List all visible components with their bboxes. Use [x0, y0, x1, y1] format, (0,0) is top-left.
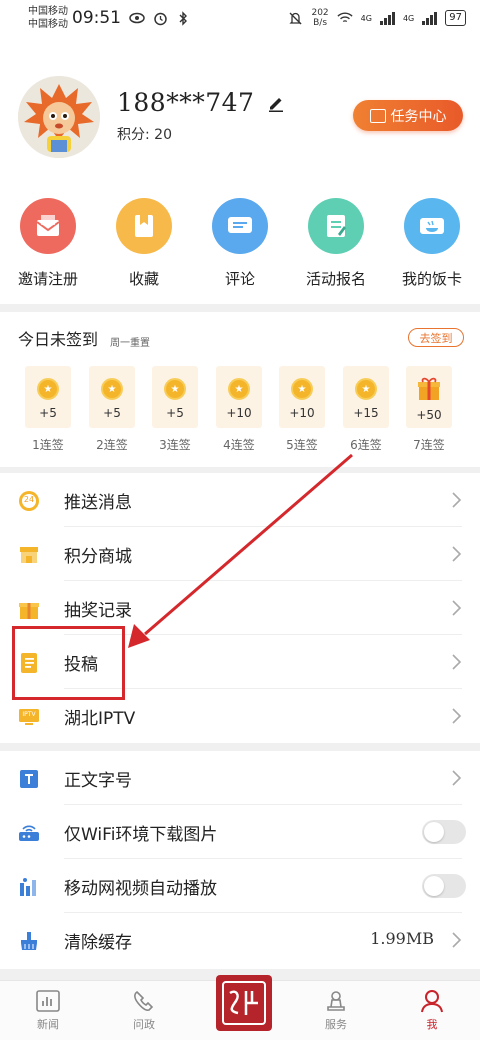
clock: 09:51 [72, 8, 121, 28]
checkin-day: ★ +5 [152, 366, 198, 428]
inquiry-icon [134, 990, 154, 1011]
network-type-1: 4G [360, 13, 372, 23]
menu-item-points-mall[interactable]: 积分商城 [0, 527, 480, 581]
checkin-title: 今日未签到 [18, 330, 99, 349]
checkin-day-label: 4连签 [223, 438, 255, 452]
video-autoplay-icon [18, 876, 40, 898]
checkin-day-label: 3连签 [159, 438, 191, 452]
lottery-icon [18, 598, 40, 620]
gift-icon [417, 376, 441, 406]
network-speed: 202 B/s [311, 8, 329, 28]
signal-icon-2 [422, 11, 438, 25]
push-message-icon: 24 [18, 490, 40, 512]
menu-list: 24 推送消息 积分商城 抽奖记录 投稿 IPTV 湖北IPTV [0, 473, 480, 743]
edit-icon[interactable] [266, 93, 286, 113]
menu-item-push[interactable]: 24 推送消息 [0, 473, 480, 527]
network-type-2: 4G [402, 13, 415, 23]
invite-icon [20, 198, 76, 254]
chevron-right-icon [452, 770, 462, 786]
bluetooth-icon [175, 10, 191, 26]
me-icon [421, 990, 443, 1013]
checkin-day-label: 7连签 [413, 438, 445, 452]
highlight-box [12, 626, 125, 700]
task-center-label: 任务中心 [390, 108, 447, 125]
setting-wifi-images: 仅WiFi环境下载图片 [0, 805, 480, 859]
status-bar: 中国移动 中国移动 09:51 202 B/s 4G 4G 97 [0, 0, 480, 36]
quick-actions: 邀请注册 收藏 评论 活动报名 我的饭卡 [0, 186, 480, 304]
wifi-icon [18, 822, 40, 844]
iptv-icon: IPTV [18, 706, 40, 728]
username: 188***747 [117, 88, 255, 117]
action-comment[interactable]: 评论 [192, 198, 288, 289]
chevron-right-icon [452, 600, 462, 616]
coin-icon: ★ [37, 378, 59, 400]
action-favorite[interactable]: 收藏 [96, 198, 192, 289]
checkin-day-label: 6连签 [350, 438, 382, 452]
chevron-right-icon [452, 708, 462, 724]
checkin-day: ★ +10 [216, 366, 262, 428]
checkin-day: ★ +15 [343, 366, 389, 428]
meal-card-icon [404, 198, 460, 254]
signal-icon-1 [379, 11, 395, 25]
battery-icon: 97 [445, 10, 466, 26]
video-autoplay-toggle[interactable] [422, 874, 466, 898]
points-mall-icon [18, 544, 40, 566]
mute-icon [287, 10, 303, 26]
checkin-day: +50 [406, 366, 452, 428]
checkin-subtitle: 周一重置 [110, 338, 150, 349]
checkin-day: ★ +10 [279, 366, 325, 428]
clear-cache-icon [18, 930, 40, 952]
signup-icon [308, 198, 364, 254]
setting-clear-cache[interactable]: 清除缓存 1.99MB [0, 913, 480, 967]
profile-header: 188***747 积分: 20 任务中心 [0, 36, 480, 186]
coin-icon: ★ [355, 378, 377, 400]
bottom-nav: 新闻 问政 服务 我 [0, 975, 480, 1040]
points-label: 积分: 20 [117, 127, 172, 143]
coin-icon: ★ [164, 378, 186, 400]
task-center-button[interactable]: 任务中心 [353, 100, 463, 131]
carrier-1: 中国移动 [28, 6, 68, 17]
checkin-button[interactable]: 去签到 [408, 328, 464, 347]
center-logo[interactable] [216, 975, 272, 1031]
alarm-icon [152, 10, 168, 26]
action-meal-card[interactable]: 我的饭卡 [384, 198, 480, 289]
nav-inquiry[interactable]: 问政 [114, 989, 174, 1032]
carrier-names: 中国移动 中国移动 [28, 5, 68, 31]
iptv-badge: IPTV [22, 711, 36, 718]
coin-icon: ★ [101, 378, 123, 400]
chevron-right-icon [452, 492, 462, 508]
nav-service[interactable]: 服务 [306, 989, 366, 1032]
cache-size: 1.99MB [370, 929, 434, 948]
wifi-status-icon [337, 10, 353, 26]
checkin-day-label: 1连签 [32, 438, 64, 452]
settings-list: 正文字号 仅WiFi环境下载图片 移动网视频自动播放 清除缓存 1.99MB [0, 751, 480, 969]
chevron-right-icon [452, 932, 462, 948]
chevron-right-icon [452, 546, 462, 562]
coin-icon: ★ [228, 378, 250, 400]
checkin-day: ★ +5 [89, 366, 135, 428]
comment-icon [212, 198, 268, 254]
wifi-only-toggle[interactable] [422, 820, 466, 844]
chevron-right-icon [452, 654, 462, 670]
action-invite[interactable]: 邀请注册 [0, 198, 96, 289]
checkin-section: 今日未签到 周一重置 去签到 ★ +5 ★ +5 ★ +5 ★ +10 ★ +10 ★ +1… [0, 312, 480, 467]
calendar-icon [369, 108, 386, 123]
checkin-day: ★ +5 [25, 366, 71, 428]
push-badge: 24 [23, 495, 35, 504]
nav-me[interactable]: 我 [402, 989, 462, 1032]
setting-font-size[interactable]: 正文字号 [0, 751, 480, 805]
favorite-icon [116, 198, 172, 254]
coin-icon: ★ [291, 378, 313, 400]
news-icon [36, 990, 60, 1012]
action-signup[interactable]: 活动报名 [288, 198, 384, 289]
font-size-icon [18, 768, 40, 790]
service-icon [327, 991, 345, 1011]
checkin-day-label: 2连签 [96, 438, 128, 452]
setting-video-autoplay: 移动网视频自动播放 [0, 859, 480, 913]
eye-icon [129, 10, 145, 26]
nav-news[interactable]: 新闻 [18, 989, 78, 1032]
checkin-day-label: 5连签 [286, 438, 318, 452]
carrier-2: 中国移动 [28, 19, 68, 30]
avatar[interactable] [18, 76, 100, 158]
